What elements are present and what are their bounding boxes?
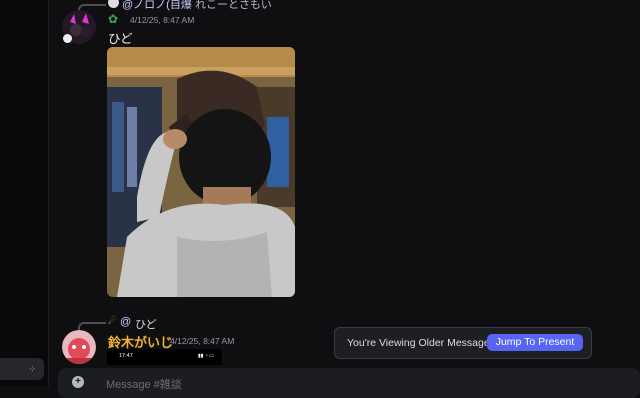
verified-badge-icon: ✿ <box>108 12 119 26</box>
signal-icon: ▮▮ ◔ ▭ <box>197 353 214 359</box>
older-messages-text: You're Viewing Older Messages <box>347 337 495 349</box>
reply-avatar <box>108 0 119 8</box>
reply-username[interactable]: @ノロノ(自爆 <box>122 0 192 12</box>
image-attachment[interactable] <box>107 47 295 297</box>
message-composer[interactable]: + Message #雑談 <box>58 368 640 398</box>
timestamp: 4/12/25, 8:47 AM <box>170 336 235 346</box>
reply-avatar: ☄ <box>108 316 117 327</box>
reply-preview-text[interactable]: れこーとさもい <box>195 0 272 12</box>
older-messages-bar: You're Viewing Older Messages Jump To Pr… <box>334 327 592 359</box>
image-attachment[interactable]: 17:47 ▮▮ ◔ ▭ <box>107 349 222 365</box>
jump-to-present-button[interactable]: Jump To Present <box>487 334 583 351</box>
avatar[interactable] <box>62 330 96 364</box>
server-sidebar <box>0 0 49 386</box>
message-content: ひど <box>108 32 133 46</box>
add-attachment-icon[interactable]: + <box>72 376 84 388</box>
message-input[interactable]: Message #雑談 <box>106 376 182 392</box>
user-settings-icon[interactable]: ⁘ <box>28 364 36 375</box>
reply-username[interactable]: @ <box>120 316 131 328</box>
reply-preview-text[interactable]: ひど <box>135 316 157 332</box>
user-panel[interactable]: ⁘ <box>0 358 44 380</box>
timestamp: 4/12/25, 8:47 AM <box>130 15 195 25</box>
phone-time: 17:47 <box>119 353 133 359</box>
status-badge <box>63 34 72 43</box>
